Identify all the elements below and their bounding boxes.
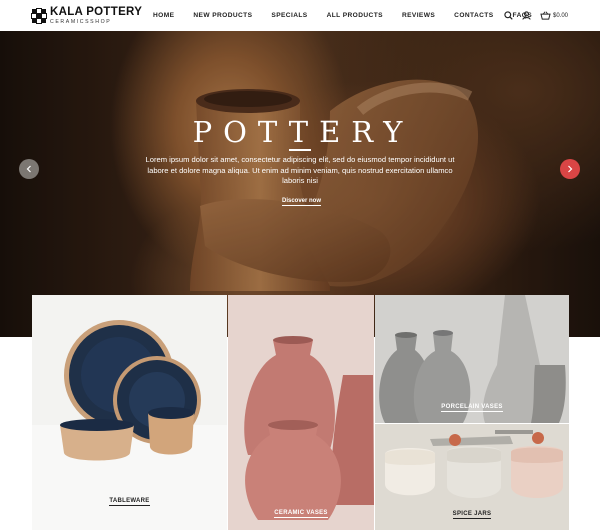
- slider-next-button[interactable]: [560, 159, 580, 179]
- tableware-image: [32, 320, 227, 530]
- header-tools: $0.00: [504, 0, 568, 31]
- main-nav: HOME NEW PRODUCTS SPECIALS ALL PRODUCTS …: [153, 0, 532, 31]
- ceramic-vases-image: [228, 295, 374, 530]
- cart-total: $0.00: [552, 12, 568, 19]
- brand-subtitle: CERAMICSSHOP: [50, 18, 112, 25]
- brand-title: KALA POTTERY: [50, 6, 143, 18]
- basket-icon: [540, 11, 551, 20]
- search-icon[interactable]: [504, 11, 513, 20]
- nav-new-products[interactable]: NEW PRODUCTS: [193, 12, 252, 19]
- category-label-spice-jars: SPICE JARS: [452, 511, 492, 519]
- chevron-left-icon: [26, 165, 31, 173]
- nav-specials[interactable]: SPECIALS: [271, 12, 307, 19]
- nav-all-products[interactable]: ALL PRODUCTS: [327, 12, 383, 19]
- category-tiles: TABLEWARE CERAMIC VASES PORCELAIN VASES: [32, 295, 569, 530]
- category-tile-ceramic-vases[interactable]: CERAMIC VASES: [228, 295, 374, 530]
- site-header: KALA POTTERY CERAMICSSHOP HOME NEW PRODU…: [0, 0, 600, 31]
- category-tile-porcelain-vases[interactable]: PORCELAIN VASES: [375, 295, 569, 423]
- category-label-ceramic-vases: CERAMIC VASES: [274, 510, 328, 518]
- brand-logo[interactable]: KALA POTTERY CERAMICSSHOP: [31, 6, 143, 25]
- nav-contacts[interactable]: CONTACTS: [454, 12, 493, 19]
- nav-home[interactable]: HOME: [153, 12, 174, 19]
- hero-description: Lorem ipsum dolor sit amet, consectetur …: [145, 155, 455, 185]
- user-icon[interactable]: [522, 11, 531, 20]
- chevron-right-icon: [568, 165, 573, 173]
- logo-mark-icon: [31, 7, 47, 24]
- discover-now-link[interactable]: Discover now: [282, 198, 322, 206]
- category-label-porcelain-vases: PORCELAIN VASES: [441, 404, 503, 412]
- hero-slider: POTTERY Lorem ipsum dolor sit amet, cons…: [0, 31, 600, 337]
- category-tile-spice-jars[interactable]: SPICE JARS: [375, 424, 569, 530]
- nav-reviews[interactable]: REVIEWS: [402, 12, 435, 19]
- category-tile-tableware[interactable]: TABLEWARE: [32, 295, 227, 530]
- slider-prev-button[interactable]: [19, 159, 39, 179]
- hero-divider: [289, 149, 311, 151]
- category-label-tableware: TABLEWARE: [109, 498, 150, 506]
- hero-title: POTTERY: [192, 115, 414, 149]
- cart-button[interactable]: $0.00: [540, 11, 568, 20]
